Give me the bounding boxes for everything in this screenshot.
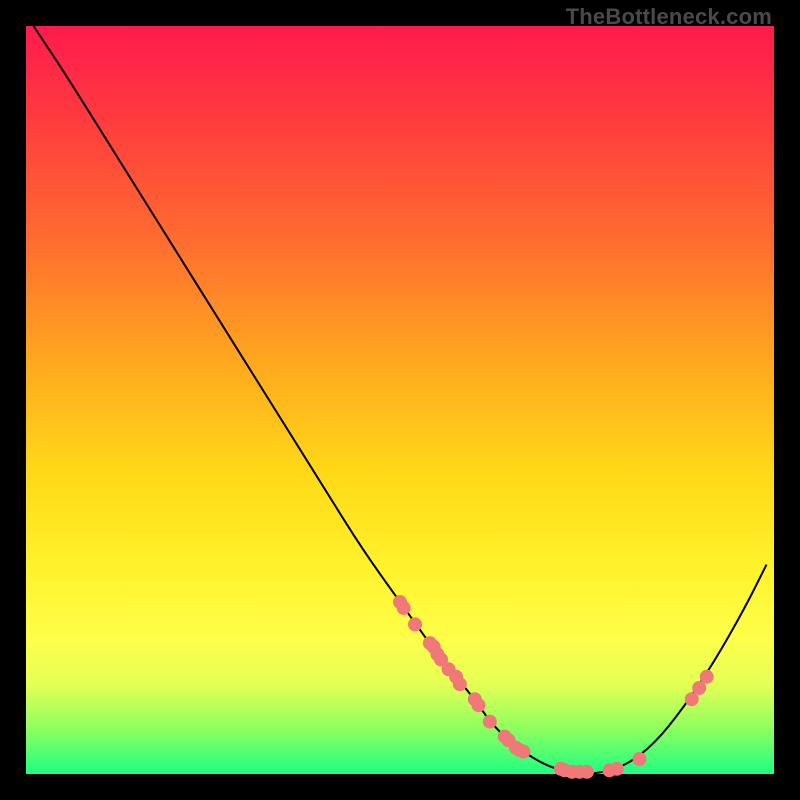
curve [34,26,767,774]
data-point [610,762,624,776]
data-point [632,752,646,766]
plot-svg [26,26,774,774]
data-points [393,595,714,779]
data-point [397,601,411,615]
data-point [408,617,422,631]
data-point [453,677,467,691]
data-point [516,745,530,759]
data-point [483,715,497,729]
chart-frame [26,26,774,774]
data-point [472,698,486,712]
data-point [700,670,714,684]
watermark-text: TheBottleneck.com [566,4,772,30]
data-point [580,765,594,779]
